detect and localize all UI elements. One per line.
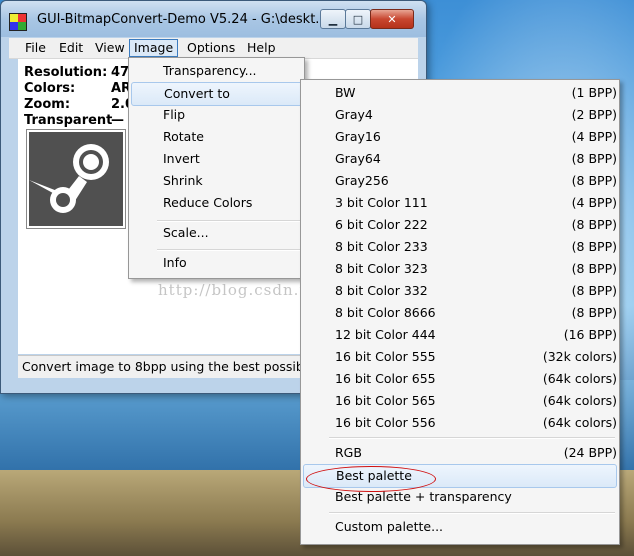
close-button[interactable]: ✕ <box>370 9 414 29</box>
convert-item-bpp: (8 BPP) <box>571 173 617 188</box>
menu-file[interactable]: File <box>21 40 50 56</box>
menu-item-label: Invert <box>163 151 200 166</box>
convert-item-rgb[interactable]: RGB (24 BPP) <box>303 442 617 464</box>
menu-item-label: Reduce Colors <box>163 195 253 210</box>
convert-item-gray256[interactable]: Gray256 (8 BPP) <box>303 170 617 192</box>
convert-item-label: 8 bit Color 323 <box>335 261 428 276</box>
window-title: GUI-BitmapConvert-Demo V5.24 - G:\deskt.… <box>37 12 327 27</box>
menu-edit[interactable]: Edit <box>55 40 87 56</box>
convert-item-label: 16 bit Color 565 <box>335 393 436 408</box>
convert-item-label: 3 bit Color 111 <box>335 195 428 210</box>
convert-item-bpp: (8 BPP) <box>571 305 617 320</box>
convert-item-gray4[interactable]: Gray4 (2 BPP) <box>303 104 617 126</box>
convert-item-color-323[interactable]: 8 bit Color 323 (8 BPP) <box>303 258 617 280</box>
transparent-label: Transparent <box>24 113 113 128</box>
convert-item-bpp: (2 BPP) <box>571 107 617 122</box>
convert-item-color-444[interactable]: 12 bit Color 444 (16 BPP) <box>303 324 617 346</box>
convert-item-label: 16 bit Color 655 <box>335 371 436 386</box>
convert-item-label: 12 bit Color 444 <box>335 327 436 342</box>
title-bar[interactable]: GUI-BitmapConvert-Demo V5.24 - G:\deskt.… <box>1 1 426 37</box>
resolution-label: Resolution: <box>24 65 108 80</box>
convert-item-bpp: (64k colors) <box>542 371 617 386</box>
convert-item-gray16[interactable]: Gray16 (4 BPP) <box>303 126 617 148</box>
maximize-button[interactable]: □ <box>345 9 371 29</box>
convert-item-label: 8 bit Color 8666 <box>335 305 436 320</box>
menu-item-label: Scale... <box>163 225 209 240</box>
menu-item-label: Flip <box>163 107 186 122</box>
convert-item-bpp: (8 BPP) <box>571 261 617 276</box>
convert-item-color-8666[interactable]: 8 bit Color 8666 (8 BPP) <box>303 302 617 324</box>
convert-item-label: Gray16 <box>335 129 381 144</box>
transparent-value: — <box>111 113 124 128</box>
steam-logo-icon <box>29 132 123 226</box>
colors-label: Colors: <box>24 81 76 96</box>
convert-item-bpp: (1 BPP) <box>571 85 617 100</box>
menu-separator <box>157 249 300 251</box>
menu-view[interactable]: View <box>91 40 129 56</box>
app-icon[interactable] <box>9 13 27 31</box>
maximize-icon: □ <box>352 12 364 26</box>
convert-item-custom-palette[interactable]: Custom palette... <box>303 516 615 538</box>
menu-item-label: Shrink <box>163 173 203 188</box>
menu-bar: File Edit View Image Options Help <box>9 38 418 59</box>
convert-item-color-655[interactable]: 16 bit Color 655 (64k colors) <box>303 368 617 390</box>
menu-item-label: Convert to <box>164 86 230 101</box>
convert-item-gray64[interactable]: Gray64 (8 BPP) <box>303 148 617 170</box>
convert-item-bpp: (64k colors) <box>542 393 617 408</box>
convert-item-label: BW <box>335 85 356 100</box>
menu-help[interactable]: Help <box>243 40 280 56</box>
convert-item-bpp: (8 BPP) <box>571 151 617 166</box>
convert-item-label: Gray64 <box>335 151 381 166</box>
convert-item-color-222[interactable]: 6 bit Color 222 (8 BPP) <box>303 214 617 236</box>
menu-item-label: Transparency... <box>163 63 257 78</box>
convert-item-label: 8 bit Color 233 <box>335 239 428 254</box>
convert-item-color-565[interactable]: 16 bit Color 565 (64k colors) <box>303 390 617 412</box>
red-ellipse-annotation <box>306 466 436 492</box>
menu-separator <box>329 512 615 514</box>
image-menu: Transparency... Convert to▶ Flip▶ Rotate… <box>128 57 332 279</box>
zoom-label: Zoom: <box>24 97 71 112</box>
convert-item-bw[interactable]: BW (1 BPP) <box>303 82 617 104</box>
convert-item-color-555[interactable]: 16 bit Color 555 (32k colors) <box>303 346 617 368</box>
convert-item-label: 16 bit Color 555 <box>335 349 436 364</box>
convert-item-bpp: (4 BPP) <box>571 195 617 210</box>
convert-item-color-233[interactable]: 8 bit Color 233 (8 BPP) <box>303 236 617 258</box>
resolution-value: 47 <box>111 65 130 80</box>
menu-separator <box>329 437 615 439</box>
close-icon: ✕ <box>387 12 397 26</box>
convert-item-color-332[interactable]: 8 bit Color 332 (8 BPP) <box>303 280 617 302</box>
convert-item-color-111[interactable]: 3 bit Color 111 (4 BPP) <box>303 192 617 214</box>
convert-item-bpp: (8 BPP) <box>571 217 617 232</box>
menu-image[interactable]: Image <box>129 39 179 57</box>
convert-item-label: RGB <box>335 445 362 460</box>
menu-item-label: Info <box>163 255 187 270</box>
convert-item-bpp: (8 BPP) <box>571 239 617 254</box>
convert-item-bpp: (4 BPP) <box>571 129 617 144</box>
convert-item-bpp: (8 BPP) <box>571 283 617 298</box>
convert-item-bpp: (32k colors) <box>542 349 617 364</box>
convert-item-bpp: (24 BPP) <box>563 445 617 460</box>
convert-item-label: Custom palette... <box>335 519 444 534</box>
convert-item-color-556[interactable]: 16 bit Color 556 (64k colors) <box>303 412 617 434</box>
minimize-icon: ▁ <box>328 12 338 26</box>
convert-item-label: Gray256 <box>335 173 389 188</box>
convert-item-label: 8 bit Color 332 <box>335 283 428 298</box>
convert-item-label: 6 bit Color 222 <box>335 217 428 232</box>
convert-item-label: 16 bit Color 556 <box>335 415 436 430</box>
menu-options[interactable]: Options <box>183 40 239 56</box>
minimize-button[interactable]: ▁ <box>320 9 346 29</box>
convert-item-label: Gray4 <box>335 107 373 122</box>
menu-item-label: Rotate <box>163 129 204 144</box>
convert-item-bpp: (16 BPP) <box>563 327 617 342</box>
convert-item-bpp: (64k colors) <box>542 415 617 430</box>
bitmap-preview <box>26 129 126 229</box>
